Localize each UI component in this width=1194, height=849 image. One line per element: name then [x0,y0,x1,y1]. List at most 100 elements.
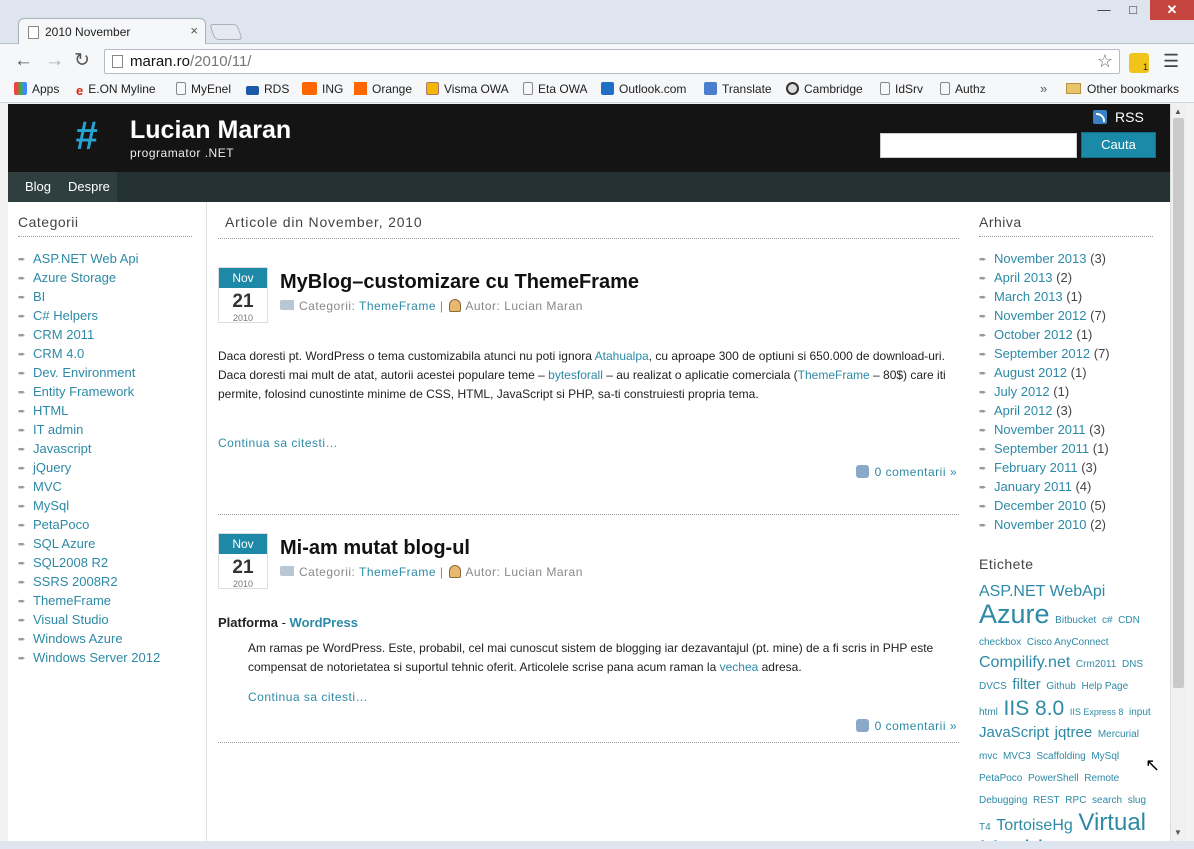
archive-link[interactable]: September 2012 [994,346,1090,361]
category-link[interactable]: Javascript [33,441,92,456]
category-link[interactable]: SQL Azure [33,536,95,551]
archive-item[interactable]: ➨ April 2013 (2) [979,268,1153,287]
category-link[interactable]: ASP.NET Web Api [33,251,139,266]
tag-link[interactable]: filter [1012,676,1040,693]
category-link[interactable]: Windows Server 2012 [33,650,160,665]
archive-item[interactable]: ➨ November 2013 (3) [979,249,1153,268]
archive-link[interactable]: September 2011 [994,441,1089,456]
bookmark-authz[interactable]: Authz [940,82,986,96]
close-icon[interactable]: × [190,23,198,38]
archive-link[interactable]: April 2013 [994,270,1053,285]
bookmark-eon[interactable]: e E.ON Myline [76,82,156,98]
category-link[interactable]: jQuery [33,460,71,475]
archive-item[interactable]: ➨ December 2010 (5) [979,496,1153,515]
category-link[interactable]: CRM 4.0 [33,346,84,361]
category-link[interactable]: Dev. Environment [33,365,135,380]
bookmark-ing[interactable]: ING [302,82,343,96]
tag-link[interactable]: RPC [1065,795,1086,806]
category-link[interactable]: ThemeFrame [33,593,111,608]
category-link[interactable]: Visual Studio [33,612,109,627]
archive-link[interactable]: November 2011 [994,422,1086,437]
archive-item[interactable]: ➨ February 2011 (3) [979,458,1153,477]
category-item[interactable]: ➨ BI [18,287,192,306]
bookmarks-overflow[interactable]: » [1040,81,1047,96]
read-more-link[interactable]: Continua sa citesti… [218,436,338,450]
rss-link[interactable]: RSS [1093,109,1144,125]
archive-link[interactable]: August 2012 [994,365,1067,380]
tag-link[interactable]: PowerShell [1028,773,1079,784]
site-title[interactable]: Lucian Maran [130,116,291,145]
address-bar[interactable]: maran.ro/2010/11/ ☆ [104,49,1120,74]
category-link[interactable]: Windows Azure [33,631,123,646]
category-item[interactable]: ➨ CRM 2011 [18,325,192,344]
category-link[interactable]: Entity Framework [33,384,134,399]
tag-link[interactable]: REST [1033,795,1060,806]
archive-item[interactable]: ➨ January 2011 (4) [979,477,1153,496]
scroll-up-icon[interactable]: ▲ [1174,107,1182,116]
category-item[interactable]: ➨ Azure Storage [18,268,192,287]
post-category-link[interactable]: ThemeFrame [359,299,436,313]
category-link[interactable]: HTML [33,403,68,418]
post-title[interactable]: Mi-am mutat blog-ul [280,537,470,560]
bookmark-outlook[interactable]: Outlook.com [601,82,686,96]
scrollbar-thumb[interactable] [1173,118,1184,688]
bookmark-rds[interactable]: RDS [246,82,289,96]
scroll-down-icon[interactable]: ▼ [1174,828,1182,837]
category-item[interactable]: ➨ SSRS 2008R2 [18,572,192,591]
reload-icon[interactable]: ↻ [74,51,90,71]
comments-link[interactable]: 0 comentarii » [855,465,957,479]
archive-item[interactable]: ➨ July 2012 (1) [979,382,1153,401]
tag-link[interactable]: T4 [979,822,991,833]
tag-link[interactable]: Github [1046,681,1075,692]
new-tab-button[interactable] [209,24,243,40]
category-link[interactable]: CRM 2011 [33,327,94,342]
tag-link[interactable]: Mercurial [1098,729,1139,740]
archive-link[interactable]: July 2012 [994,384,1050,399]
tag-link[interactable]: search [1092,795,1122,806]
tag-link[interactable]: MVC3 [1003,751,1031,762]
category-link[interactable]: MySql [33,498,69,513]
category-link[interactable]: SQL2008 R2 [33,555,108,570]
other-bookmarks[interactable]: Other bookmarks [1066,82,1179,96]
tag-link[interactable]: CDN [1118,615,1140,626]
back-icon[interactable]: ← [14,51,33,71]
tag-link[interactable]: checkbox [979,637,1021,648]
archive-link[interactable]: December 2010 [994,498,1087,513]
category-item[interactable]: ➨ C# Helpers [18,306,192,325]
category-item[interactable]: ➨ Entity Framework [18,382,192,401]
archive-item[interactable]: ➨ August 2012 (1) [979,363,1153,382]
logo-icon[interactable]: # [75,116,97,156]
tag-link[interactable]: IIS 8.0 [1004,697,1065,720]
tag-link[interactable]: Scaffolding [1036,751,1085,762]
comments-link[interactable]: 0 comentarii » [855,719,957,733]
archive-link[interactable]: February 2011 [994,460,1078,475]
archive-link[interactable]: January 2011 [994,479,1072,494]
bookmark-eta[interactable]: Eta OWA [523,82,588,96]
post-title[interactable]: MyBlog–customizare cu ThemeFrame [280,271,639,294]
minimize-icon[interactable]: — [1092,2,1116,17]
category-item[interactable]: ➨ SQL2008 R2 [18,553,192,572]
themeframe-link[interactable]: ThemeFrame [798,368,870,382]
tag-link[interactable]: Azure [979,599,1050,629]
tag-link[interactable]: Help Page [1081,681,1128,692]
tag-link[interactable]: PetaPoco [979,773,1022,784]
tag-link[interactable]: TortoiseHg [996,817,1072,834]
nav-despre[interactable]: Despre [68,179,110,194]
archive-item[interactable]: ➨ November 2012 (7) [979,306,1153,325]
archive-item[interactable]: ➨ September 2011 (1) [979,439,1153,458]
bookmark-visma[interactable]: Visma OWA [426,82,509,96]
tag-link[interactable]: slug [1128,795,1146,806]
archive-link[interactable]: November 2010 [994,517,1087,532]
category-item[interactable]: ➨ CRM 4.0 [18,344,192,363]
category-item[interactable]: ➨ SQL Azure [18,534,192,553]
category-item[interactable]: ➨ PetaPoco [18,515,192,534]
archive-link[interactable]: October 2012 [994,327,1073,342]
category-item[interactable]: ➨ Windows Azure [18,629,192,648]
menu-icon[interactable]: ☰ [1163,51,1179,72]
category-item[interactable]: ➨ Windows Server 2012 [18,648,192,667]
archive-item[interactable]: ➨ March 2013 (1) [979,287,1153,306]
category-item[interactable]: ➨ MySql [18,496,192,515]
tag-link[interactable]: Bitbucket [1055,615,1096,626]
tag-link[interactable]: jqtree [1055,724,1093,741]
bookmark-star-icon[interactable]: ☆ [1097,51,1113,72]
